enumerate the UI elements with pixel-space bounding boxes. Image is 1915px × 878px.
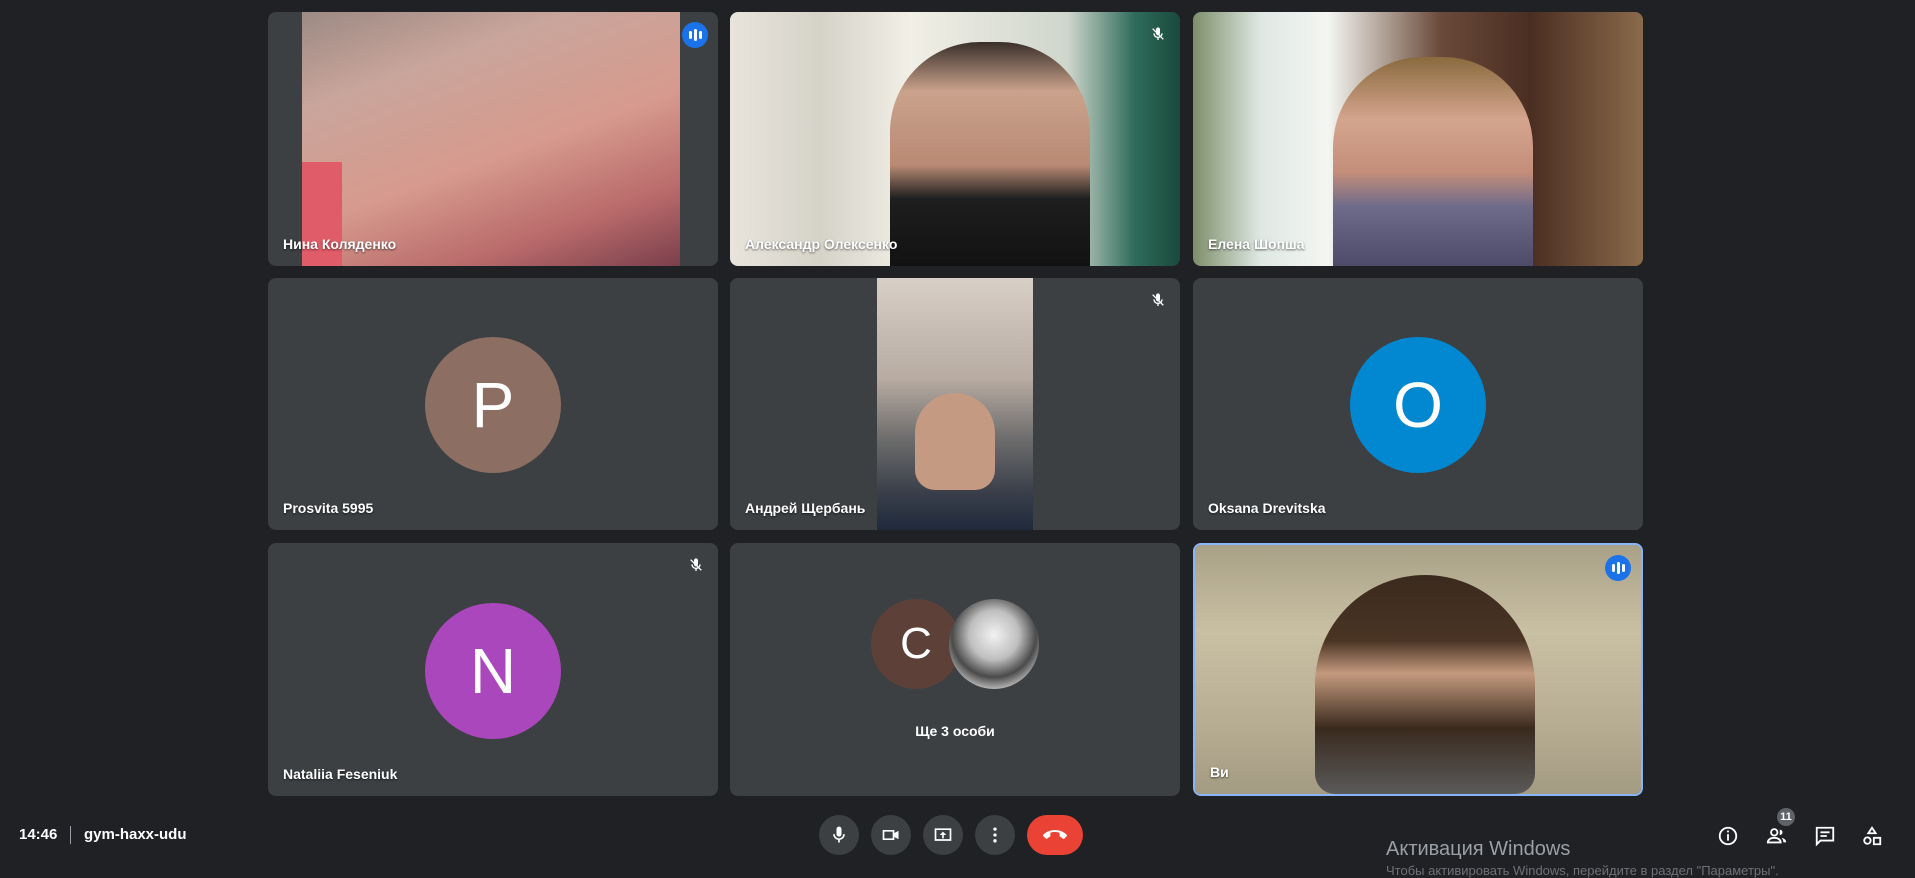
- mic-button[interactable]: [819, 815, 859, 855]
- participant-tile-elena[interactable]: Елена Шопша: [1193, 12, 1643, 266]
- participant-name: Ви: [1210, 764, 1229, 780]
- windows-activation-title: Активация Windows: [1386, 838, 1571, 860]
- activities-button[interactable]: [1858, 822, 1886, 850]
- clock: 14:46: [19, 826, 58, 843]
- avatar: O: [1350, 337, 1486, 473]
- participant-tile-nina[interactable]: Нина Коляденко: [268, 12, 718, 266]
- mic-off-icon: [1146, 288, 1170, 312]
- divider: [70, 826, 71, 844]
- meeting-code: gym-haxx-udu: [84, 826, 187, 843]
- video-person: [890, 42, 1090, 266]
- people-icon: [1766, 828, 1787, 844]
- video-person: [915, 393, 995, 490]
- avatar: N: [425, 603, 561, 739]
- mic-off-icon: [1146, 22, 1170, 46]
- video-person: [1315, 575, 1535, 794]
- participant-name: Елена Шопша: [1208, 236, 1305, 252]
- others-tile[interactable]: C Ще 3 особи: [730, 543, 1180, 796]
- activities-icon: [1863, 826, 1882, 846]
- participant-tile-andrey[interactable]: Андрей Щербань: [730, 278, 1180, 530]
- end-call-icon: [1043, 830, 1067, 839]
- mic-off-icon: [684, 553, 708, 577]
- participant-tile-oksana[interactable]: O Oksana Drevitska: [1193, 278, 1643, 530]
- end-call-button[interactable]: [1027, 815, 1083, 855]
- speaking-indicator-icon: [682, 22, 708, 48]
- participant-tile-aleksandr[interactable]: Александр Олексенко: [730, 12, 1180, 266]
- info-icon: [1718, 826, 1738, 846]
- mic-icon: [833, 826, 845, 843]
- camera-icon: [882, 830, 899, 840]
- participant-name: Андрей Щербань: [745, 500, 866, 516]
- video-person: [1333, 57, 1533, 266]
- participant-name: Prosvita 5995: [283, 500, 374, 516]
- avatar-photo: [949, 599, 1039, 689]
- people-button[interactable]: [1763, 822, 1791, 850]
- video-feed: [302, 12, 680, 266]
- avatar: C: [871, 599, 961, 689]
- people-count-badge: 11: [1777, 808, 1795, 826]
- more-participants-label: Ще 3 особи: [915, 723, 995, 739]
- chat-button[interactable]: [1811, 822, 1839, 850]
- participant-tile-prosvita[interactable]: P Prosvita 5995: [268, 278, 718, 530]
- participant-tile-you[interactable]: Ви: [1193, 543, 1643, 796]
- camera-button[interactable]: [871, 815, 911, 855]
- present-screen-button[interactable]: [923, 815, 963, 855]
- avatar: P: [425, 337, 561, 473]
- info-button[interactable]: [1714, 822, 1742, 850]
- chat-icon: [1815, 826, 1835, 847]
- participant-name: Oksana Drevitska: [1208, 500, 1326, 516]
- present-screen-icon: [934, 828, 952, 841]
- participant-name: Нина Коляденко: [283, 236, 397, 252]
- more-options-icon: [993, 827, 997, 843]
- participant-name: Nataliia Feseniuk: [283, 766, 398, 782]
- more-options-button[interactable]: [975, 815, 1015, 855]
- participant-tile-nataliia[interactable]: N Nataliia Feseniuk: [268, 543, 718, 796]
- participant-name: Александр Олексенко: [745, 236, 898, 252]
- speaking-indicator-icon: [1605, 555, 1631, 581]
